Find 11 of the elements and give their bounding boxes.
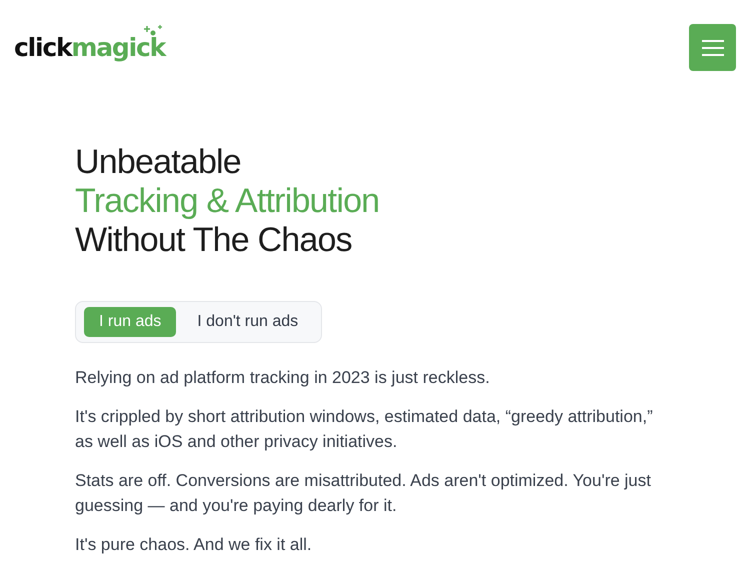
logo-text: magick — [71, 35, 166, 60]
sparkle-icon — [141, 25, 164, 37]
body-paragraph: It's pure chaos. And we fix it all. — [75, 534, 313, 556]
toggle-option[interactable]: I don't run ads — [182, 307, 314, 337]
body-paragraph: Stats are off. Conversions are misattributed. Ads aren't optimized. You're just guessing — and you're paying dearly for it. — [75, 470, 652, 517]
body-paragraph: It's crippled by short attribution windows, estimated data, “greedy attribution,” as well as iOS and other privacy initiatives. — [75, 406, 654, 453]
menu-button[interactable] — [689, 24, 736, 71]
headline: Unbeatable Tracking & Attribution Without The Chaos — [75, 143, 380, 260]
menu-icon — [702, 38, 724, 56]
logo-text: click — [14, 35, 72, 60]
body-paragraph: Relying on ad platform tracking in 2023 is just reckless. — [75, 367, 491, 389]
